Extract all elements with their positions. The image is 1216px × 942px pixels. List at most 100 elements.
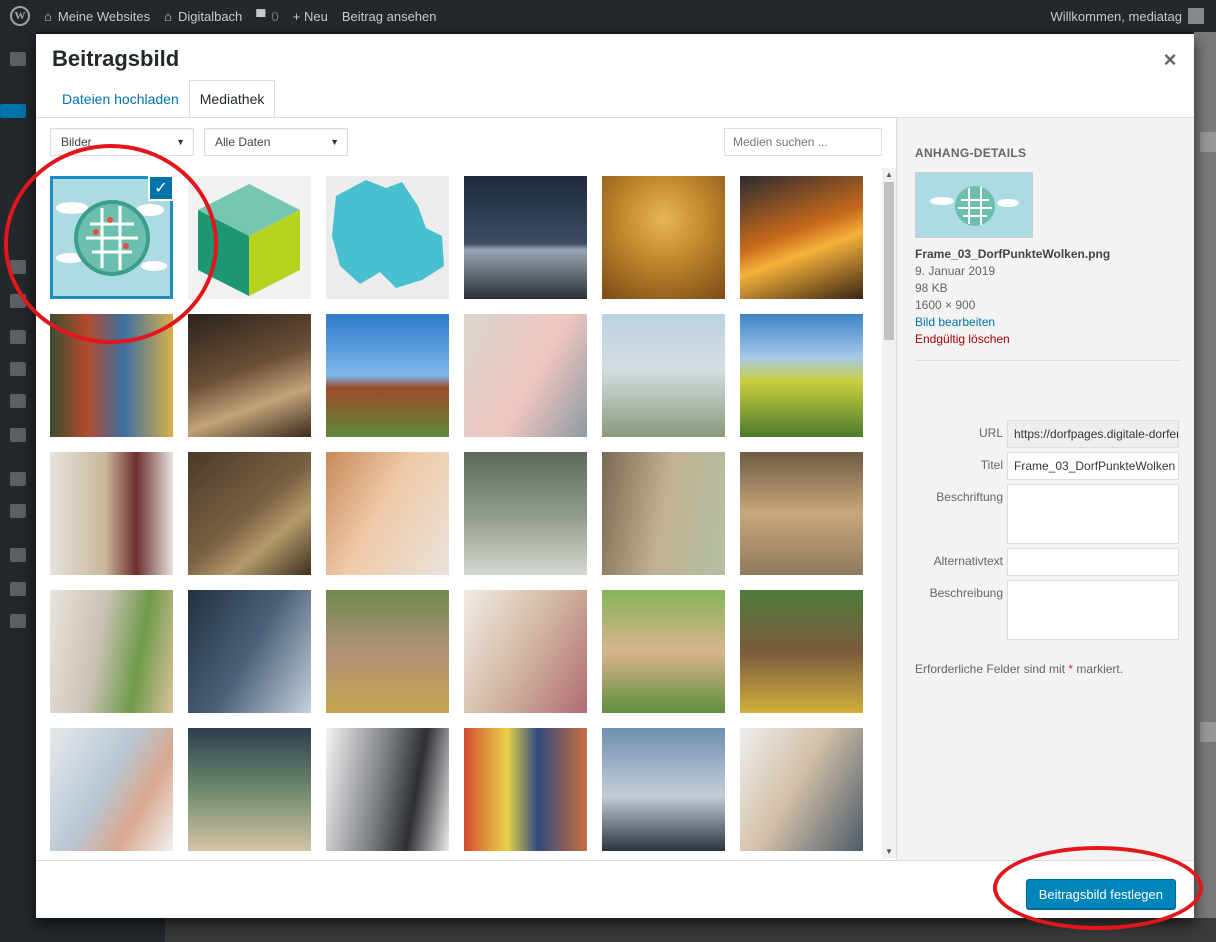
posts-icon[interactable] bbox=[0, 104, 26, 118]
attachment-details-heading: Anhang-Details bbox=[915, 146, 1027, 160]
media-thumb[interactable] bbox=[464, 728, 587, 851]
media-thumb[interactable] bbox=[188, 176, 311, 299]
account-menu[interactable]: Willkommen, mediatag bbox=[1051, 0, 1204, 32]
page-bottom bbox=[0, 918, 1216, 942]
media-thumb[interactable] bbox=[326, 176, 449, 299]
required-fields-note: Erforderliche Felder sind mit * markiert… bbox=[915, 662, 1124, 676]
featured-image-modal: Beitragsbild × Dateien hochladen Mediath… bbox=[36, 34, 1194, 918]
dashboard-icon[interactable] bbox=[10, 52, 26, 66]
admin-side-menu bbox=[0, 32, 36, 942]
scroll-up-icon[interactable]: ▲ bbox=[885, 170, 893, 179]
title-label: Titel bbox=[980, 458, 1003, 472]
media-icon[interactable] bbox=[10, 260, 26, 274]
appearance-icon[interactable] bbox=[10, 362, 26, 376]
attachment-date: 9. Januar 2019 bbox=[915, 264, 996, 278]
media-thumb[interactable] bbox=[188, 314, 311, 437]
comments-menu[interactable]: ▀ 0 bbox=[256, 9, 278, 24]
media-thumb[interactable] bbox=[602, 452, 725, 575]
user-icon[interactable] bbox=[10, 582, 26, 596]
media-thumb[interactable] bbox=[326, 590, 449, 713]
media-grid: ✓ bbox=[50, 170, 880, 854]
users-icon[interactable] bbox=[10, 472, 26, 486]
media-thumb[interactable] bbox=[50, 314, 173, 437]
forms-icon[interactable] bbox=[10, 394, 26, 408]
set-featured-image-button[interactable]: Beitragsbild festlegen bbox=[1025, 879, 1176, 909]
description-label: Beschreibung bbox=[929, 586, 1003, 600]
media-type-filter[interactable]: Bilder ▼ bbox=[50, 128, 194, 156]
chevron-down-icon: ▼ bbox=[330, 137, 339, 147]
tab-media-library[interactable]: Mediathek bbox=[188, 80, 276, 118]
date-filter[interactable]: Alle Daten ▼ bbox=[204, 128, 348, 156]
media-thumb[interactable] bbox=[326, 728, 449, 851]
media-thumb[interactable] bbox=[464, 314, 587, 437]
modal-tabs: Dateien hochladen Mediathek bbox=[52, 80, 276, 118]
attachment-preview bbox=[915, 172, 1033, 238]
media-toolbar: Bilder ▼ Alle Daten ▼ bbox=[50, 128, 900, 158]
new-content-menu[interactable]: + Neu bbox=[293, 9, 328, 24]
media-thumb[interactable] bbox=[602, 314, 725, 437]
feedback-icon[interactable] bbox=[10, 330, 26, 344]
scroll-down-icon[interactable]: ▼ bbox=[885, 847, 893, 856]
media-thumb[interactable] bbox=[740, 176, 863, 299]
cube-image bbox=[188, 176, 311, 299]
comment-bubble-icon: ▀ bbox=[256, 8, 266, 24]
checkmark-icon[interactable]: ✓ bbox=[148, 176, 173, 201]
tools-icon[interactable] bbox=[10, 548, 26, 562]
modal-footer: Beitragsbild festlegen bbox=[36, 860, 1194, 918]
caption-label: Beschriftung bbox=[936, 490, 1003, 504]
media-thumb[interactable] bbox=[602, 728, 725, 851]
site-name-menu[interactable]: ⌂ Digitalbach bbox=[164, 9, 242, 24]
house-icon: ⌂ bbox=[44, 8, 52, 24]
my-sites-menu[interactable]: ⌂ Meine Websites bbox=[44, 9, 150, 24]
media-thumb[interactable] bbox=[188, 590, 311, 713]
attachment-details-sidebar: Anhang-Details Frame_03_DorfPunkteWolken… bbox=[896, 118, 1194, 860]
tab-upload-files[interactable]: Dateien hochladen bbox=[52, 80, 189, 118]
attachment-dimensions: 1600 × 900 bbox=[915, 298, 976, 312]
alt-text-label: Alternativtext bbox=[933, 554, 1003, 568]
media-thumb[interactable] bbox=[464, 176, 587, 299]
media-thumb[interactable] bbox=[740, 314, 863, 437]
media-thumb[interactable] bbox=[740, 590, 863, 713]
media-thumb[interactable] bbox=[602, 590, 725, 713]
media-thumb[interactable] bbox=[326, 314, 449, 437]
modal-title: Beitragsbild bbox=[52, 46, 180, 71]
title-field[interactable]: Frame_03_DorfPunkteWolken bbox=[1007, 452, 1179, 480]
chevron-down-icon: ▼ bbox=[176, 137, 185, 147]
avatar bbox=[1188, 8, 1204, 24]
wordpress-logo-icon[interactable]: W bbox=[10, 6, 30, 26]
delete-permanently-link[interactable]: Endgültig löschen bbox=[915, 331, 1110, 348]
close-icon[interactable]: × bbox=[1158, 47, 1182, 72]
media-thumb[interactable]: ✓ bbox=[50, 176, 173, 299]
media-thumb[interactable] bbox=[464, 452, 587, 575]
media-thumb[interactable] bbox=[464, 590, 587, 713]
media-thumb[interactable] bbox=[50, 590, 173, 713]
media-search-input[interactable] bbox=[724, 128, 882, 156]
home-icon: ⌂ bbox=[164, 8, 172, 24]
collapse-icon[interactable] bbox=[10, 614, 26, 628]
media-thumb[interactable] bbox=[50, 452, 173, 575]
attachment-filesize: 98 KB bbox=[915, 281, 948, 295]
media-thumb[interactable] bbox=[740, 452, 863, 575]
attachment-filename: Frame_03_DorfPunkteWolken.png bbox=[915, 247, 1111, 261]
alt-text-field[interactable] bbox=[1007, 548, 1179, 576]
media-thumb[interactable] bbox=[740, 728, 863, 851]
comments-icon[interactable] bbox=[10, 504, 26, 518]
map-image bbox=[326, 176, 449, 299]
url-field[interactable]: https://dorfpages.digitale-dorfer.de/wp-… bbox=[1007, 420, 1179, 448]
page-background bbox=[1194, 32, 1216, 918]
media-thumb[interactable] bbox=[602, 176, 725, 299]
admin-bar: W ⌂ Meine Websites ⌂ Digitalbach ▀ 0 + N… bbox=[0, 0, 1216, 32]
media-thumb[interactable] bbox=[50, 728, 173, 851]
attachment-info: Frame_03_DorfPunkteWolken.png 9. Januar … bbox=[915, 246, 1110, 348]
description-textarea[interactable] bbox=[1007, 580, 1179, 640]
edit-image-link[interactable]: Bild bearbeiten bbox=[915, 314, 1110, 331]
clock-icon[interactable] bbox=[10, 428, 26, 442]
view-post-link[interactable]: Beitrag ansehen bbox=[342, 9, 437, 24]
url-label: URL bbox=[978, 426, 1003, 440]
media-thumb[interactable] bbox=[188, 728, 311, 851]
pages-icon[interactable] bbox=[10, 294, 26, 308]
caption-textarea[interactable] bbox=[1007, 484, 1179, 544]
media-thumb[interactable] bbox=[326, 452, 449, 575]
grid-scrollbar[interactable]: ▲ ▼ bbox=[882, 168, 896, 858]
media-thumb[interactable] bbox=[188, 452, 311, 575]
